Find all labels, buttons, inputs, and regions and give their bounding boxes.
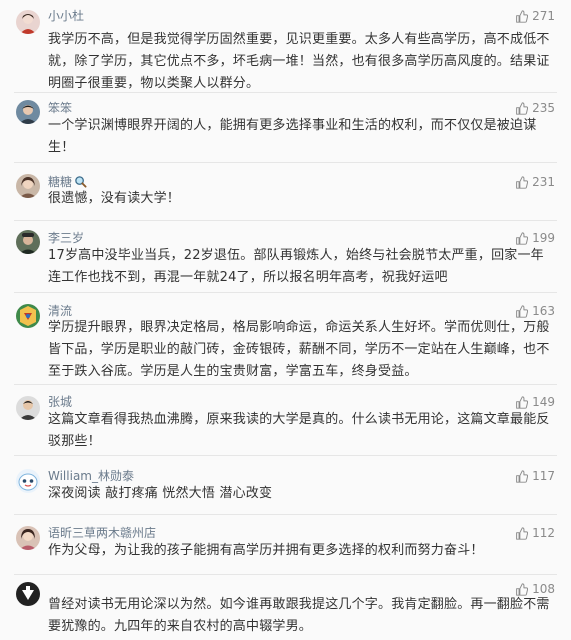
thumbs-up-icon: [516, 9, 529, 23]
comment-text: 学历提升眼界，眼界决定格局，格局影响命运，命运关系人生好坏。学而优则仕，万般皆下…: [48, 320, 550, 379]
comment-author[interactable]: 糖糖: [48, 175, 87, 189]
comment-text: 很遗憾，没有读大学！: [48, 191, 181, 206]
divider: [14, 455, 557, 456]
like-count: 112: [532, 526, 555, 540]
like-count: 117: [532, 469, 555, 483]
like-count: 235: [532, 101, 555, 115]
comment-author[interactable]: 小小杜: [48, 9, 84, 23]
comment-list: 小小杜 271 我学历不高，但是我觉得学历固然重要，见识更重要。太多人有些高学历…: [0, 0, 571, 640]
avatar[interactable]: [16, 396, 40, 420]
comment-text: 这篇文章看得我热血沸腾，原来我读的大学是真的。什么读书无用论，这篇文章最能反驳那…: [48, 412, 550, 449]
comment-text: 作为父母，为让我的孩子能拥有高学历并拥有更多选择的权利而努力奋斗！: [48, 543, 484, 558]
like-count: 271: [532, 9, 555, 23]
like-count: 231: [532, 175, 555, 189]
thumbs-up-icon: [516, 231, 529, 245]
thumbs-up-icon: [516, 101, 529, 115]
thumbs-up-icon: [516, 304, 529, 318]
like-count: 163: [532, 304, 555, 318]
author-name: 糖糖: [48, 175, 73, 189]
comment-author[interactable]: 语昕三草两木赣州店: [48, 526, 156, 540]
like-button[interactable]: 117: [515, 469, 555, 483]
divider: [14, 162, 557, 163]
divider: [14, 92, 557, 93]
divider: [14, 514, 557, 515]
thumbs-up-icon: [516, 395, 529, 409]
thumbs-up-icon: [516, 526, 529, 540]
like-count: 199: [532, 231, 555, 245]
avatar[interactable]: [16, 304, 40, 328]
like-button[interactable]: 235: [515, 101, 555, 115]
avatar[interactable]: [16, 10, 40, 34]
comment-author[interactable]: 笨笨: [48, 101, 72, 115]
magnifier-icon: [75, 176, 87, 188]
comment-author[interactable]: William_林勋泰: [48, 469, 134, 483]
comment-text: 深夜阅读 敲打疼痛 恍然大悟 潜心改变: [48, 486, 273, 501]
like-button[interactable]: 271: [515, 9, 555, 23]
avatar[interactable]: [16, 100, 40, 124]
divider: [14, 220, 557, 221]
comment-text: 我学历不高，但是我觉得学历固然重要，见识更重要。太多人有些高学历，高不成低不就，…: [48, 32, 550, 91]
thumbs-up-icon: [516, 175, 529, 189]
like-count: 149: [532, 395, 555, 409]
comment-text: 一个学识渊博眼界开阔的人，能拥有更多选择事业和生活的权利，而不仅仅是被迫谋生！: [48, 118, 537, 155]
like-button[interactable]: 149: [515, 395, 555, 409]
comment-author[interactable]: 李三岁: [48, 231, 84, 245]
comment-text: 曾经对读书无用论深以为然。如今谁再敢跟我提这几个字。我肯定翻脸。再一翻脸不需要犹…: [48, 597, 550, 634]
divider: [14, 384, 557, 385]
avatar[interactable]: [16, 174, 40, 198]
comment-text: 17岁高中没毕业当兵，22岁退伍。部队再锻炼人，始终与社会脱节太严重，回家一年连…: [48, 248, 544, 285]
divider: [14, 574, 557, 575]
like-button[interactable]: 163: [515, 304, 555, 318]
like-button[interactable]: 199: [515, 231, 555, 245]
comment-author[interactable]: 张城: [48, 395, 72, 409]
avatar[interactable]: [16, 526, 40, 550]
like-button[interactable]: 112: [515, 526, 555, 540]
avatar[interactable]: [16, 469, 40, 493]
like-button[interactable]: 231: [515, 175, 555, 189]
thumbs-up-icon: [516, 469, 529, 483]
divider: [14, 292, 557, 293]
avatar[interactable]: [16, 230, 40, 254]
comment-author[interactable]: 清流: [48, 304, 72, 318]
avatar[interactable]: [16, 582, 40, 606]
